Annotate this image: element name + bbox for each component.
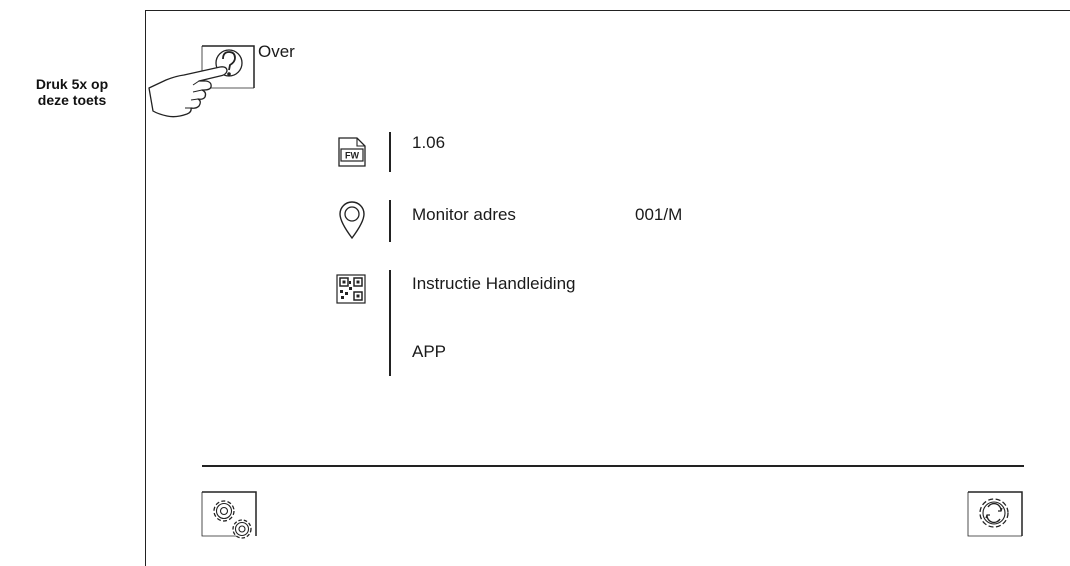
press-hint-line-1: Druk 5x op [35,76,109,92]
refresh-button[interactable] [964,490,1024,540]
settings-button[interactable] [200,490,260,546]
monitor-address-value: 001/M [635,205,683,224]
pointing-hand-icon [146,54,236,124]
monitor-address-label: Monitor adres [412,205,516,224]
location-pin-icon [338,200,366,240]
separator-line [389,200,391,242]
refresh-gear-icon [979,498,1009,528]
manual-link[interactable]: Instructie Handleiding [412,274,575,294]
separator-line [389,270,391,376]
settings-gears-icon [213,500,252,539]
fw-icon-label: FW [345,151,359,161]
firmware-version: 1.06 [412,133,446,152]
press-hint-annotation: Druk 5x op deze toets [22,76,122,108]
page-title: Over [258,42,295,61]
footer-divider [202,465,1024,467]
fw-icon: FW [337,136,367,168]
press-hint-line-2: deze toets [37,92,107,108]
qr-code-icon [336,274,366,304]
separator-line [389,132,391,172]
app-link[interactable]: APP [412,342,446,362]
screen-frame [145,10,1070,566]
